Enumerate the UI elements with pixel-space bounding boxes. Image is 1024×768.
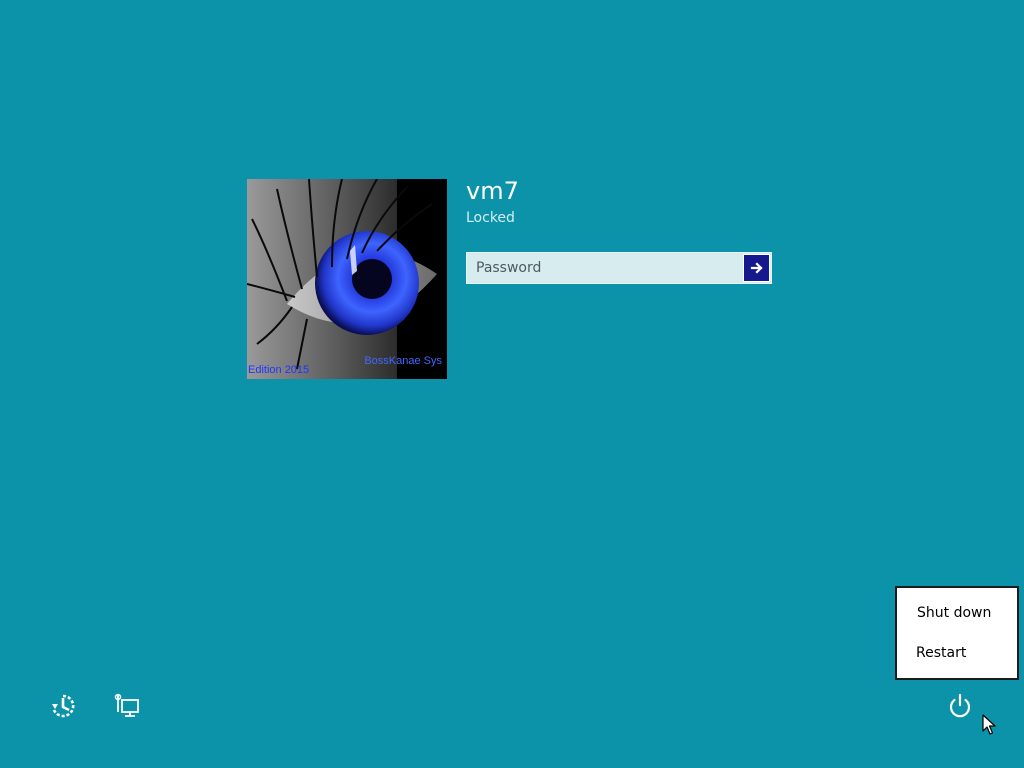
shut-down-option[interactable]: Shut down xyxy=(917,604,991,622)
power-icon xyxy=(949,693,971,718)
submit-button[interactable] xyxy=(743,254,770,282)
avatar-caption-brand: BossKanae Sys xyxy=(364,355,442,367)
power-menu: Shut down Restart xyxy=(895,586,1019,680)
ease-of-access-button[interactable] xyxy=(47,690,79,722)
user-avatar: Edition 2015 BossKanae Sys xyxy=(247,179,447,379)
network-button[interactable] xyxy=(111,690,143,722)
mouse-pointer-icon xyxy=(982,714,996,735)
password-box xyxy=(466,252,772,284)
power-button[interactable] xyxy=(944,690,976,722)
avatar-caption-edition: Edition 2015 xyxy=(248,364,310,376)
username: vm7 xyxy=(466,177,519,205)
restart-option[interactable]: Restart xyxy=(916,644,966,662)
password-input[interactable] xyxy=(467,253,741,283)
network-icon xyxy=(114,693,139,717)
eye-picture xyxy=(247,179,447,379)
right-arrow-icon xyxy=(750,262,763,274)
account-status: Locked xyxy=(466,210,515,226)
ease-of-access-icon xyxy=(52,694,75,718)
